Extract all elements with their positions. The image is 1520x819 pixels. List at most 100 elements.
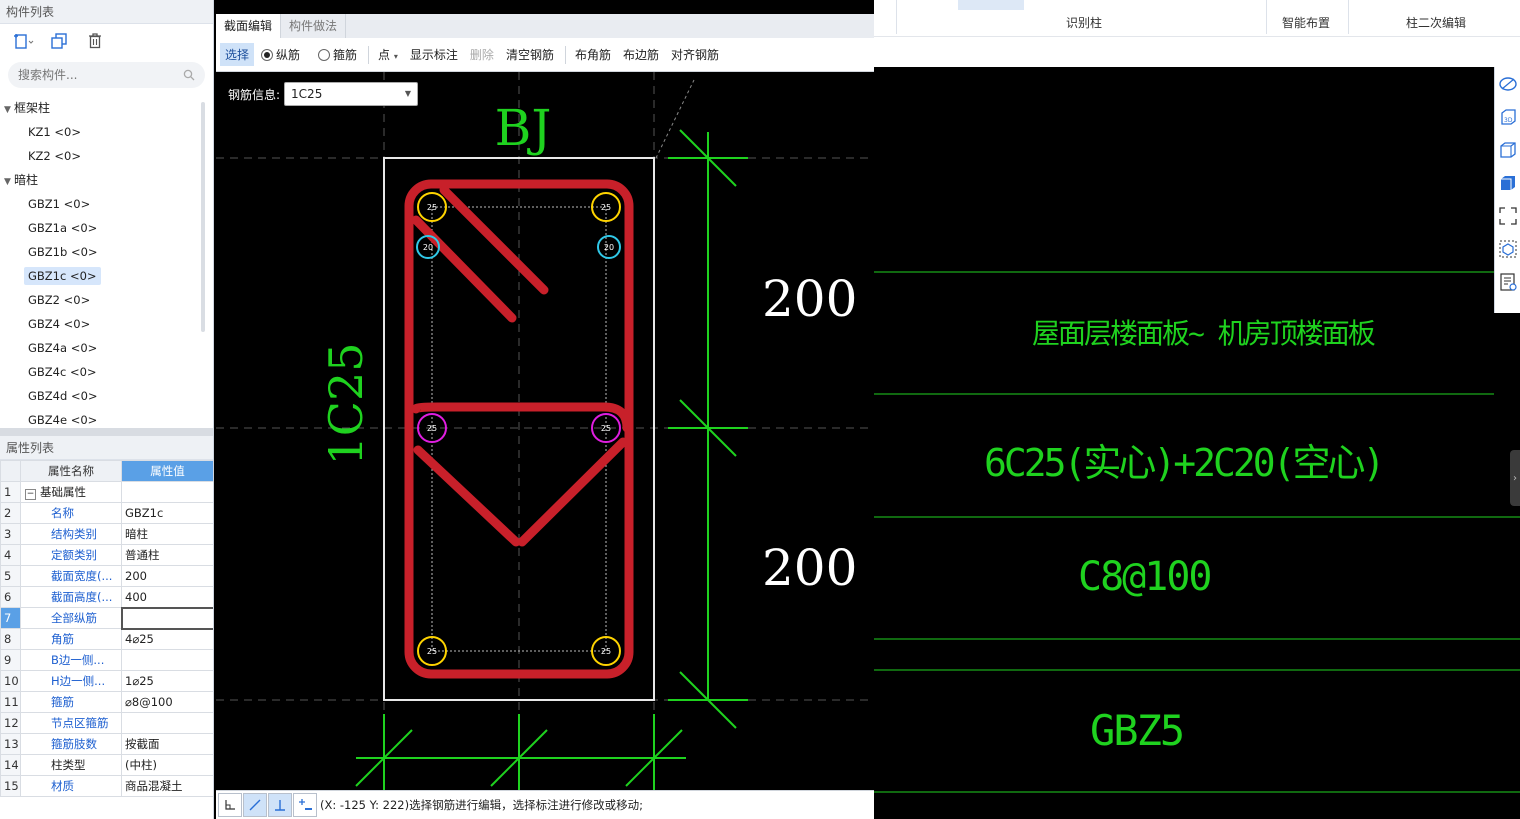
tree-item[interactable]: GBZ4 <0>: [0, 312, 213, 336]
longitudinal-radio[interactable]: 纵筋: [256, 43, 305, 66]
perpendicular-snap-button[interactable]: [268, 793, 292, 817]
section-editor-panel: 截面编辑 构件做法 选择 纵筋 箍筋 点 ▾ 显示标注 删除 清空钢筋 布角筋 …: [216, 0, 874, 819]
prop-value-header[interactable]: 属性值: [121, 460, 213, 482]
section-title-label[interactable]: BJ: [495, 99, 552, 157]
add-offset-button[interactable]: [293, 793, 317, 817]
collapse-icon[interactable]: −: [25, 489, 36, 500]
tree-item[interactable]: GBZ1 <0>: [0, 192, 213, 216]
tree-item[interactable]: GBZ1a <0>: [0, 216, 213, 240]
orbit-view-button[interactable]: [1495, 67, 1520, 100]
line-snap-button[interactable]: [243, 793, 267, 817]
tree-item[interactable]: GBZ4c <0>: [0, 360, 213, 384]
ribbon-divider: [1348, 0, 1349, 34]
table-row[interactable]: 4 定额类别 普通柱: [0, 544, 213, 566]
table-row[interactable]: 5 截面宽度(... 200: [0, 565, 213, 587]
table-row[interactable]: 3 结构类别 暗柱: [0, 523, 213, 545]
table-row[interactable]: 13 箍筋肢数 按截面: [0, 733, 213, 755]
properties-view-button[interactable]: [1495, 265, 1520, 298]
view-3d-button[interactable]: 3D: [1495, 100, 1520, 133]
select-button[interactable]: 选择: [220, 43, 255, 66]
tree-item[interactable]: GBZ4d <0>: [0, 384, 213, 408]
table-row[interactable]: 10 H边一侧... 1⌀25: [0, 670, 213, 692]
side-panel-handle[interactable]: ›: [1510, 450, 1520, 506]
section-canvas[interactable]: 25 25 20 20 25 25 25 25 BJ 1C25 200 200 …: [216, 72, 874, 790]
edge-rebar-button[interactable]: 布边筋: [618, 43, 664, 66]
dimension-bottom-label[interactable]: 200: [762, 539, 857, 597]
column-secondary-edit-group[interactable]: 柱二次编辑: [1406, 14, 1466, 31]
new-file-icon: [14, 34, 34, 49]
tree-item[interactable]: GBZ1b <0>: [0, 240, 213, 264]
tree-group-frame-column[interactable]: ▼ 框架柱: [0, 96, 213, 120]
v-tie-right[interactable]: [517, 437, 628, 547]
rebar-info-select[interactable]: 1C25 ▼: [284, 82, 419, 106]
diagonal-tie-2[interactable]: [411, 215, 517, 323]
side-rebar-label[interactable]: 1C25: [319, 343, 373, 466]
box-view-button[interactable]: [1495, 133, 1520, 166]
table-row[interactable]: 9 B边一侧...: [0, 649, 213, 671]
panel-splitter[interactable]: [0, 428, 213, 436]
vertical-dimension[interactable]: [668, 129, 748, 729]
tree-item-selected[interactable]: GBZ1c <0>: [0, 264, 213, 288]
diagonal-tie-1[interactable]: [439, 185, 549, 295]
table-row[interactable]: 6 截面高度(... 400: [0, 586, 213, 608]
tree-scrollbar[interactable]: [201, 102, 205, 332]
search-icon[interactable]: [183, 69, 195, 81]
tab-section-edit[interactable]: 截面编辑: [216, 14, 282, 38]
table-row[interactable]: 15 材质 商品混凝土: [0, 775, 213, 797]
v-tie-left[interactable]: [413, 445, 521, 547]
align-rebar-button[interactable]: 对齐钢筋: [666, 43, 724, 66]
solid-view-button[interactable]: [1495, 166, 1520, 199]
point-dropdown[interactable]: 点 ▾: [373, 43, 403, 66]
table-row[interactable]: 8 角筋 4⌀25: [0, 628, 213, 650]
chevron-down-icon: ▾: [393, 52, 398, 61]
cad-column-name-text[interactable]: GBZ5: [1090, 706, 1185, 755]
ortho-snap-button[interactable]: [218, 793, 242, 817]
search-input[interactable]: [18, 68, 183, 82]
component-icon: [1499, 240, 1517, 257]
table-row[interactable]: 11 箍筋 ⌀8@100: [0, 691, 213, 713]
bar-label: 25: [427, 203, 437, 212]
cad-rebar-text[interactable]: 6C25(实心)+2C20(空心): [984, 432, 1385, 487]
cad-view-panel: 识别柱 智能布置 柱二次编辑 屋面层楼面板~ 机房顶楼面板 6C25(实心)+2…: [874, 0, 1520, 819]
clear-rebar-button[interactable]: 清空钢筋: [501, 43, 559, 66]
component-tree: ▼ 框架柱 KZ1 <0> KZ2 <0> ▼ 暗柱 GBZ1 <0> GBZ1a …: [0, 96, 213, 428]
horizontal-dimension[interactable]: [355, 714, 686, 790]
zoom-extent-button[interactable]: [1495, 199, 1520, 232]
table-row[interactable]: 1 − 基础属性: [0, 481, 213, 503]
new-component-button[interactable]: [10, 29, 36, 53]
table-row[interactable]: 2 名称 GBZ1c: [0, 502, 213, 524]
fullscreen-icon: [1499, 206, 1517, 225]
bar-label: 20: [604, 243, 614, 252]
dimension-top-label[interactable]: 200: [762, 270, 857, 328]
prop-name-header[interactable]: 属性名称: [20, 460, 122, 482]
component-view-button[interactable]: [1495, 232, 1520, 265]
tree-item[interactable]: GBZ4e <0>: [0, 408, 213, 428]
tree-item[interactable]: GBZ4a <0>: [0, 336, 213, 360]
prop-value-editor[interactable]: [120, 606, 213, 630]
tab-component-method[interactable]: 构件做法: [281, 14, 347, 38]
table-row[interactable]: 14 柱类型 (中柱): [0, 754, 213, 776]
show-label-button[interactable]: 显示标注: [405, 43, 463, 66]
copy-component-button[interactable]: [46, 29, 72, 53]
tree-group-hidden-column[interactable]: ▼ 暗柱: [0, 168, 213, 192]
smart-layout-group[interactable]: 智能布置: [1282, 14, 1330, 31]
delete-button[interactable]: 删除: [465, 43, 499, 66]
table-row-current[interactable]: 7 全部纵筋: [0, 606, 213, 630]
ribbon-active-button[interactable]: [958, 0, 1024, 10]
bar-label: 25: [427, 647, 437, 656]
delete-component-button[interactable]: [82, 29, 108, 53]
table-row[interactable]: 12 节点区箍筋: [0, 712, 213, 734]
cad-stirrup-text[interactable]: C8@100: [1078, 554, 1212, 600]
diagonal-line-icon: [249, 799, 261, 811]
chevron-down-icon: ▼: [404, 89, 412, 98]
tree-item[interactable]: KZ2 <0>: [0, 144, 213, 168]
recognize-column-group[interactable]: 识别柱: [1066, 14, 1102, 31]
corner-rebar-button[interactable]: 布角筋: [570, 43, 616, 66]
tree-item[interactable]: KZ1 <0>: [0, 120, 213, 144]
trash-icon: [89, 33, 101, 49]
status-bar: (X: -125 Y: 222)选择钢筋进行编辑，选择标注进行修改或移动;: [216, 790, 874, 819]
view-toolbar: 3D: [1494, 67, 1520, 313]
cad-floor-range-text[interactable]: 屋面层楼面板~ 机房顶楼面板: [1032, 312, 1376, 352]
tree-item[interactable]: GBZ2 <0>: [0, 288, 213, 312]
stirrup-radio[interactable]: 箍筋: [313, 43, 362, 66]
